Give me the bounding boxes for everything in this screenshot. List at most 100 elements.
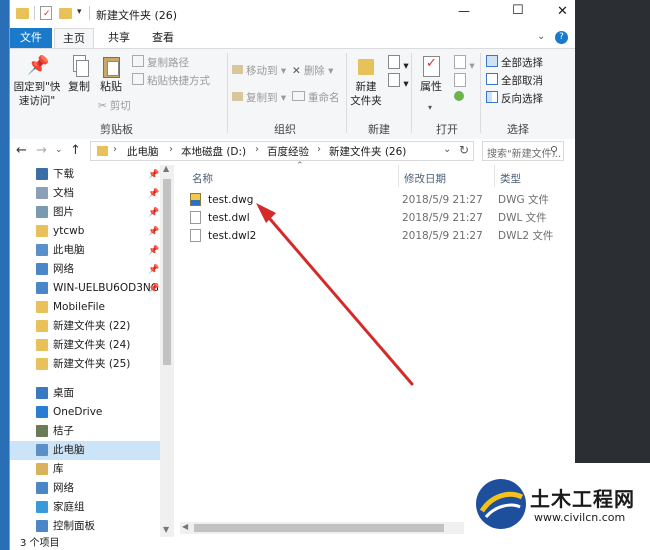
- pin-icon[interactable]: 📌: [148, 242, 159, 261]
- edit-icon[interactable]: [454, 73, 466, 91]
- copy-path-button[interactable]: 复制路径: [132, 55, 189, 70]
- minimize-button[interactable]: —: [458, 4, 470, 18]
- nav-item-label: 新建文件夹 (24): [53, 339, 131, 351]
- forward-arrow-icon[interactable]: →: [36, 143, 47, 158]
- pin-quick-access-button[interactable]: 📌 固定到"快 速访问": [12, 55, 62, 108]
- rename-button[interactable]: 重命名: [292, 91, 340, 105]
- scroll-thumb[interactable]: [163, 179, 171, 365]
- organize-group-label: 组织: [274, 123, 296, 136]
- recent-chevron-icon[interactable]: ⌄: [55, 145, 63, 155]
- paste-shortcut-icon: [132, 73, 144, 85]
- delete-button[interactable]: ✕ 删除 ▾: [292, 64, 333, 78]
- select-group-label: 选择: [507, 123, 529, 136]
- site-name: 土木工程网: [530, 487, 635, 511]
- pin-icon[interactable]: 📌: [148, 166, 159, 185]
- breadcrumb-chevron-icon: ›: [113, 144, 117, 155]
- nav-item[interactable]: 此电脑: [10, 441, 160, 460]
- nav-item-icon: [36, 263, 48, 275]
- nav-item[interactable]: 网络: [10, 479, 160, 498]
- easy-access-icon[interactable]: ▾: [388, 73, 409, 91]
- invert-selection-button[interactable]: 反向选择: [486, 91, 543, 106]
- pin-icon[interactable]: 📌: [148, 223, 159, 242]
- nav-item[interactable]: 下载 📌: [10, 165, 160, 184]
- nav-item[interactable]: 新建文件夹 (22): [10, 317, 160, 336]
- history-icon[interactable]: [454, 91, 464, 105]
- new-folder-label: 新建 文件夹: [350, 81, 382, 107]
- nav-item-icon: [36, 301, 48, 313]
- tab-home[interactable]: 主页: [54, 28, 94, 48]
- nav-item-icon: [36, 320, 48, 332]
- nav-item[interactable]: OneDrive: [10, 403, 160, 422]
- nav-item[interactable]: 图片 📌: [10, 203, 160, 222]
- select-none-label: 全部取消: [501, 75, 543, 87]
- nav-item-icon: [36, 501, 48, 513]
- nav-item[interactable]: 控制面板: [10, 517, 160, 536]
- paste-button[interactable]: 粘贴: [96, 55, 126, 94]
- refresh-icon[interactable]: ↻: [459, 143, 469, 157]
- copy-to-button[interactable]: 复制到 ▾: [232, 91, 286, 105]
- properties-quick-icon[interactable]: ✓: [40, 6, 52, 20]
- new-folder-quick-icon[interactable]: [59, 8, 72, 19]
- select-all-icon: [486, 55, 498, 67]
- pin-icon[interactable]: 📌: [148, 261, 159, 280]
- paste-label: 粘贴: [100, 80, 122, 93]
- nav-item-icon: [36, 482, 48, 494]
- pin-icon[interactable]: 📌: [148, 185, 159, 204]
- back-arrow-icon[interactable]: ←: [16, 143, 27, 158]
- chevron-down-icon[interactable]: ▾: [428, 103, 432, 112]
- breadcrumb-current-folder[interactable]: 新建文件夹 (26): [329, 144, 406, 159]
- divider: [480, 53, 481, 133]
- paste-shortcut-button[interactable]: 粘贴快捷方式: [132, 73, 210, 88]
- breadcrumb-this-pc[interactable]: 此电脑: [127, 144, 159, 159]
- delete-label: 删除: [303, 65, 325, 77]
- address-box[interactable]: › 此电脑 › 本地磁盘 (D:) › 百度经验 › 新建文件夹 (26) ⌄ …: [90, 141, 474, 161]
- search-box[interactable]: 搜索"新建文件... ⚲: [482, 141, 564, 161]
- tab-share[interactable]: 共享: [100, 28, 138, 48]
- nav-item[interactable]: 此电脑 📌: [10, 241, 160, 260]
- nav-scrollbar[interactable]: ▲ ▼: [160, 165, 174, 537]
- nav-item[interactable]: ytcwb 📌: [10, 222, 160, 241]
- nav-item[interactable]: 新建文件夹 (24): [10, 336, 160, 355]
- chevron-down-icon[interactable]: ▾: [77, 7, 82, 17]
- chevron-down-icon[interactable]: ⌄: [537, 31, 545, 42]
- move-to-icon: [232, 65, 243, 74]
- tab-view[interactable]: 查看: [144, 28, 182, 48]
- divider: [227, 53, 228, 133]
- nav-item[interactable]: 家庭组: [10, 498, 160, 517]
- nav-item[interactable]: 网络 📌: [10, 260, 160, 279]
- up-arrow-icon[interactable]: ↑: [70, 143, 81, 158]
- help-icon[interactable]: ?: [555, 31, 568, 44]
- new-item-icon[interactable]: ▾: [388, 55, 409, 73]
- pin-icon[interactable]: 📌: [148, 204, 159, 223]
- select-none-button[interactable]: 全部取消: [486, 73, 543, 88]
- select-all-button[interactable]: 全部选择: [486, 55, 543, 70]
- properties-button[interactable]: ✓ 属性: [414, 55, 448, 94]
- dropdown-chevron-icon[interactable]: ⌄: [443, 144, 451, 155]
- move-to-button[interactable]: 移动到 ▾: [232, 64, 286, 78]
- maximize-button[interactable]: ☐: [512, 3, 524, 18]
- nav-item[interactable]: 新建文件夹 (25): [10, 355, 160, 374]
- cut-button[interactable]: ✂ 剪切: [98, 99, 131, 113]
- tab-file[interactable]: 文件: [10, 28, 52, 48]
- nav-item[interactable]: 库: [10, 460, 160, 479]
- nav-item[interactable]: 桔子: [10, 422, 160, 441]
- breadcrumb-local-disk[interactable]: 本地磁盘 (D:): [181, 144, 246, 159]
- new-folder-icon: [356, 55, 376, 77]
- nav-item[interactable]: MobileFile: [10, 298, 160, 317]
- pin-icon[interactable]: 📌: [148, 280, 159, 299]
- nav-item[interactable]: 文档 📌: [10, 184, 160, 203]
- scroll-down-icon[interactable]: ▼: [163, 525, 169, 534]
- copy-button[interactable]: 复制: [64, 55, 94, 94]
- nav-item[interactable]: 桌面: [10, 384, 160, 403]
- breadcrumb-baidu-jingyan[interactable]: 百度经验: [267, 144, 309, 159]
- nav-item-label: 库: [53, 463, 64, 475]
- nav-item[interactable]: WIN-UELBU6OD3NG 📌: [10, 279, 160, 298]
- pin-icon: 📌: [27, 55, 50, 76]
- search-icon[interactable]: ⚲: [550, 144, 558, 157]
- scroll-up-icon[interactable]: ▲: [163, 165, 169, 173]
- new-folder-button[interactable]: 新建 文件夹: [348, 55, 384, 108]
- nav-item-label: 网络: [53, 263, 74, 275]
- close-button[interactable]: ✕: [557, 4, 568, 19]
- open-icon[interactable]: ▾: [454, 55, 475, 73]
- nav-item-icon: [36, 463, 48, 475]
